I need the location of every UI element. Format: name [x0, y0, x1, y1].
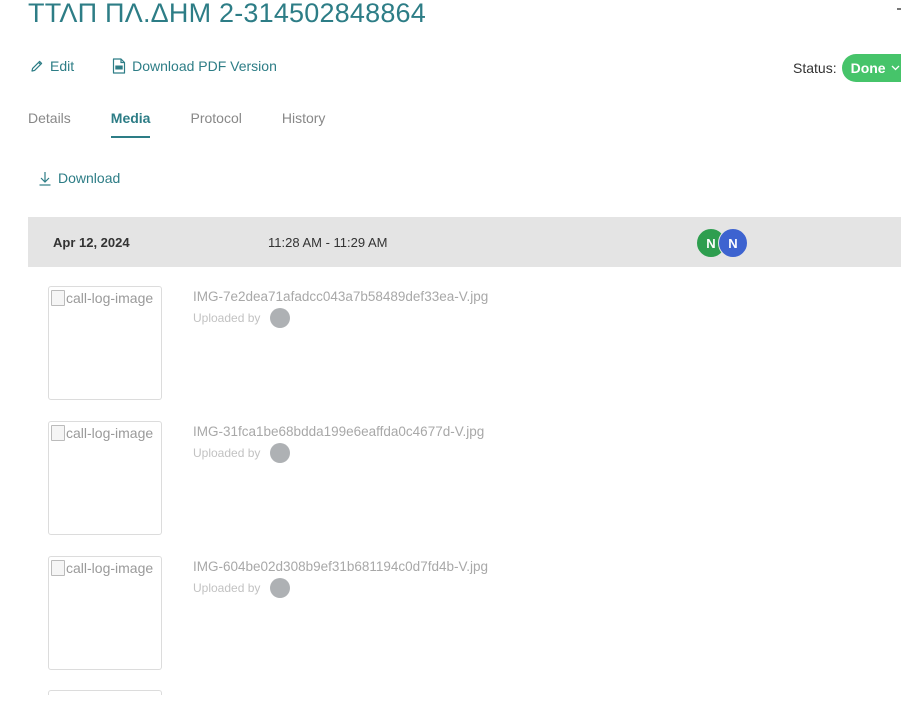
download-media-button[interactable]: Download — [38, 170, 120, 186]
status-control: Status: Done — [793, 54, 901, 82]
download-icon — [39, 171, 51, 186]
action-bar: Edit Download PDF Version — [30, 58, 277, 74]
uploaded-by-label: Uploaded by — [193, 311, 261, 325]
tab-media[interactable]: Media — [110, 110, 150, 138]
broken-image-icon — [51, 425, 65, 441]
pdf-file-icon — [113, 58, 126, 74]
media-item: call-log-image IMG-31fca1be68bdda199e6ea… — [48, 421, 748, 536]
chevron-down-icon — [891, 62, 900, 74]
uploader-avatar — [270, 443, 291, 463]
uploader-avatar — [270, 308, 291, 328]
call-log-media-page: ΤΤΛΠ ΠΛ.ΔΗΜ 2-314502848864 Edit Download… — [0, 0, 901, 715]
tab-details[interactable]: Details — [28, 110, 71, 138]
media-filename[interactable]: IMG-604be02d308b9ef31b681194c0d7fd4b-V.j… — [193, 559, 488, 574]
thumbnail-alt-text: call-log-image — [66, 290, 154, 306]
edit-label: Edit — [50, 58, 75, 74]
tab-history[interactable]: History — [282, 110, 326, 138]
uploaded-by-label: Uploaded by — [193, 581, 261, 595]
media-filename[interactable]: IMG-7e2dea71afadcc043a7b58489def33ea-V.j… — [193, 289, 488, 304]
download-pdf-label: Download PDF Version — [132, 58, 277, 74]
more-indicator — [897, 8, 901, 10]
download-pdf-button[interactable]: Download PDF Version — [112, 58, 277, 74]
group-date: Apr 12, 2024 — [53, 234, 130, 250]
group-time-range: 11:28 AM - 11:29 AM — [268, 234, 388, 250]
media-thumbnail[interactable]: call-log-image — [48, 421, 162, 535]
tab-protocol[interactable]: Protocol — [190, 110, 241, 138]
page-title: ΤΤΛΠ ΠΛ.ΔΗΜ 2-314502848864 — [28, 0, 426, 28]
thumbnail-alt-text: call-log-image — [66, 425, 154, 441]
download-label: Download — [58, 170, 121, 186]
edit-button[interactable]: Edit — [30, 58, 74, 74]
broken-image-icon — [51, 560, 65, 576]
status-dropdown[interactable]: Done — [841, 54, 901, 82]
participant-avatars: N N — [696, 228, 748, 258]
media-thumbnail[interactable]: call-log-image — [48, 556, 162, 670]
status-value: Done — [850, 60, 886, 76]
tab-bar: Details Media Protocol History — [28, 110, 365, 138]
uploader-avatar — [270, 578, 291, 598]
uploaded-by: Uploaded by — [193, 578, 291, 598]
media-thumbnail[interactable]: call-log-image — [48, 286, 162, 400]
avatar[interactable]: N — [718, 228, 748, 258]
media-thumbnail-partial[interactable] — [48, 690, 162, 695]
status-label: Status: — [793, 60, 837, 76]
media-item: call-log-image IMG-604be02d308b9ef31b681… — [48, 556, 748, 671]
media-group-header: Apr 12, 2024 11:28 AM - 11:29 AM N N — [28, 217, 901, 267]
uploaded-by-label: Uploaded by — [193, 446, 261, 460]
thumbnail-alt-text: call-log-image — [66, 560, 154, 576]
media-item: call-log-image IMG-7e2dea71afadcc043a7b5… — [48, 286, 748, 401]
pencil-icon — [31, 60, 43, 72]
uploaded-by: Uploaded by — [193, 308, 291, 328]
broken-image-icon — [51, 290, 65, 306]
uploaded-by: Uploaded by — [193, 443, 291, 463]
media-filename[interactable]: IMG-31fca1be68bdda199e6eaffda0c4677d-V.j… — [193, 424, 484, 439]
